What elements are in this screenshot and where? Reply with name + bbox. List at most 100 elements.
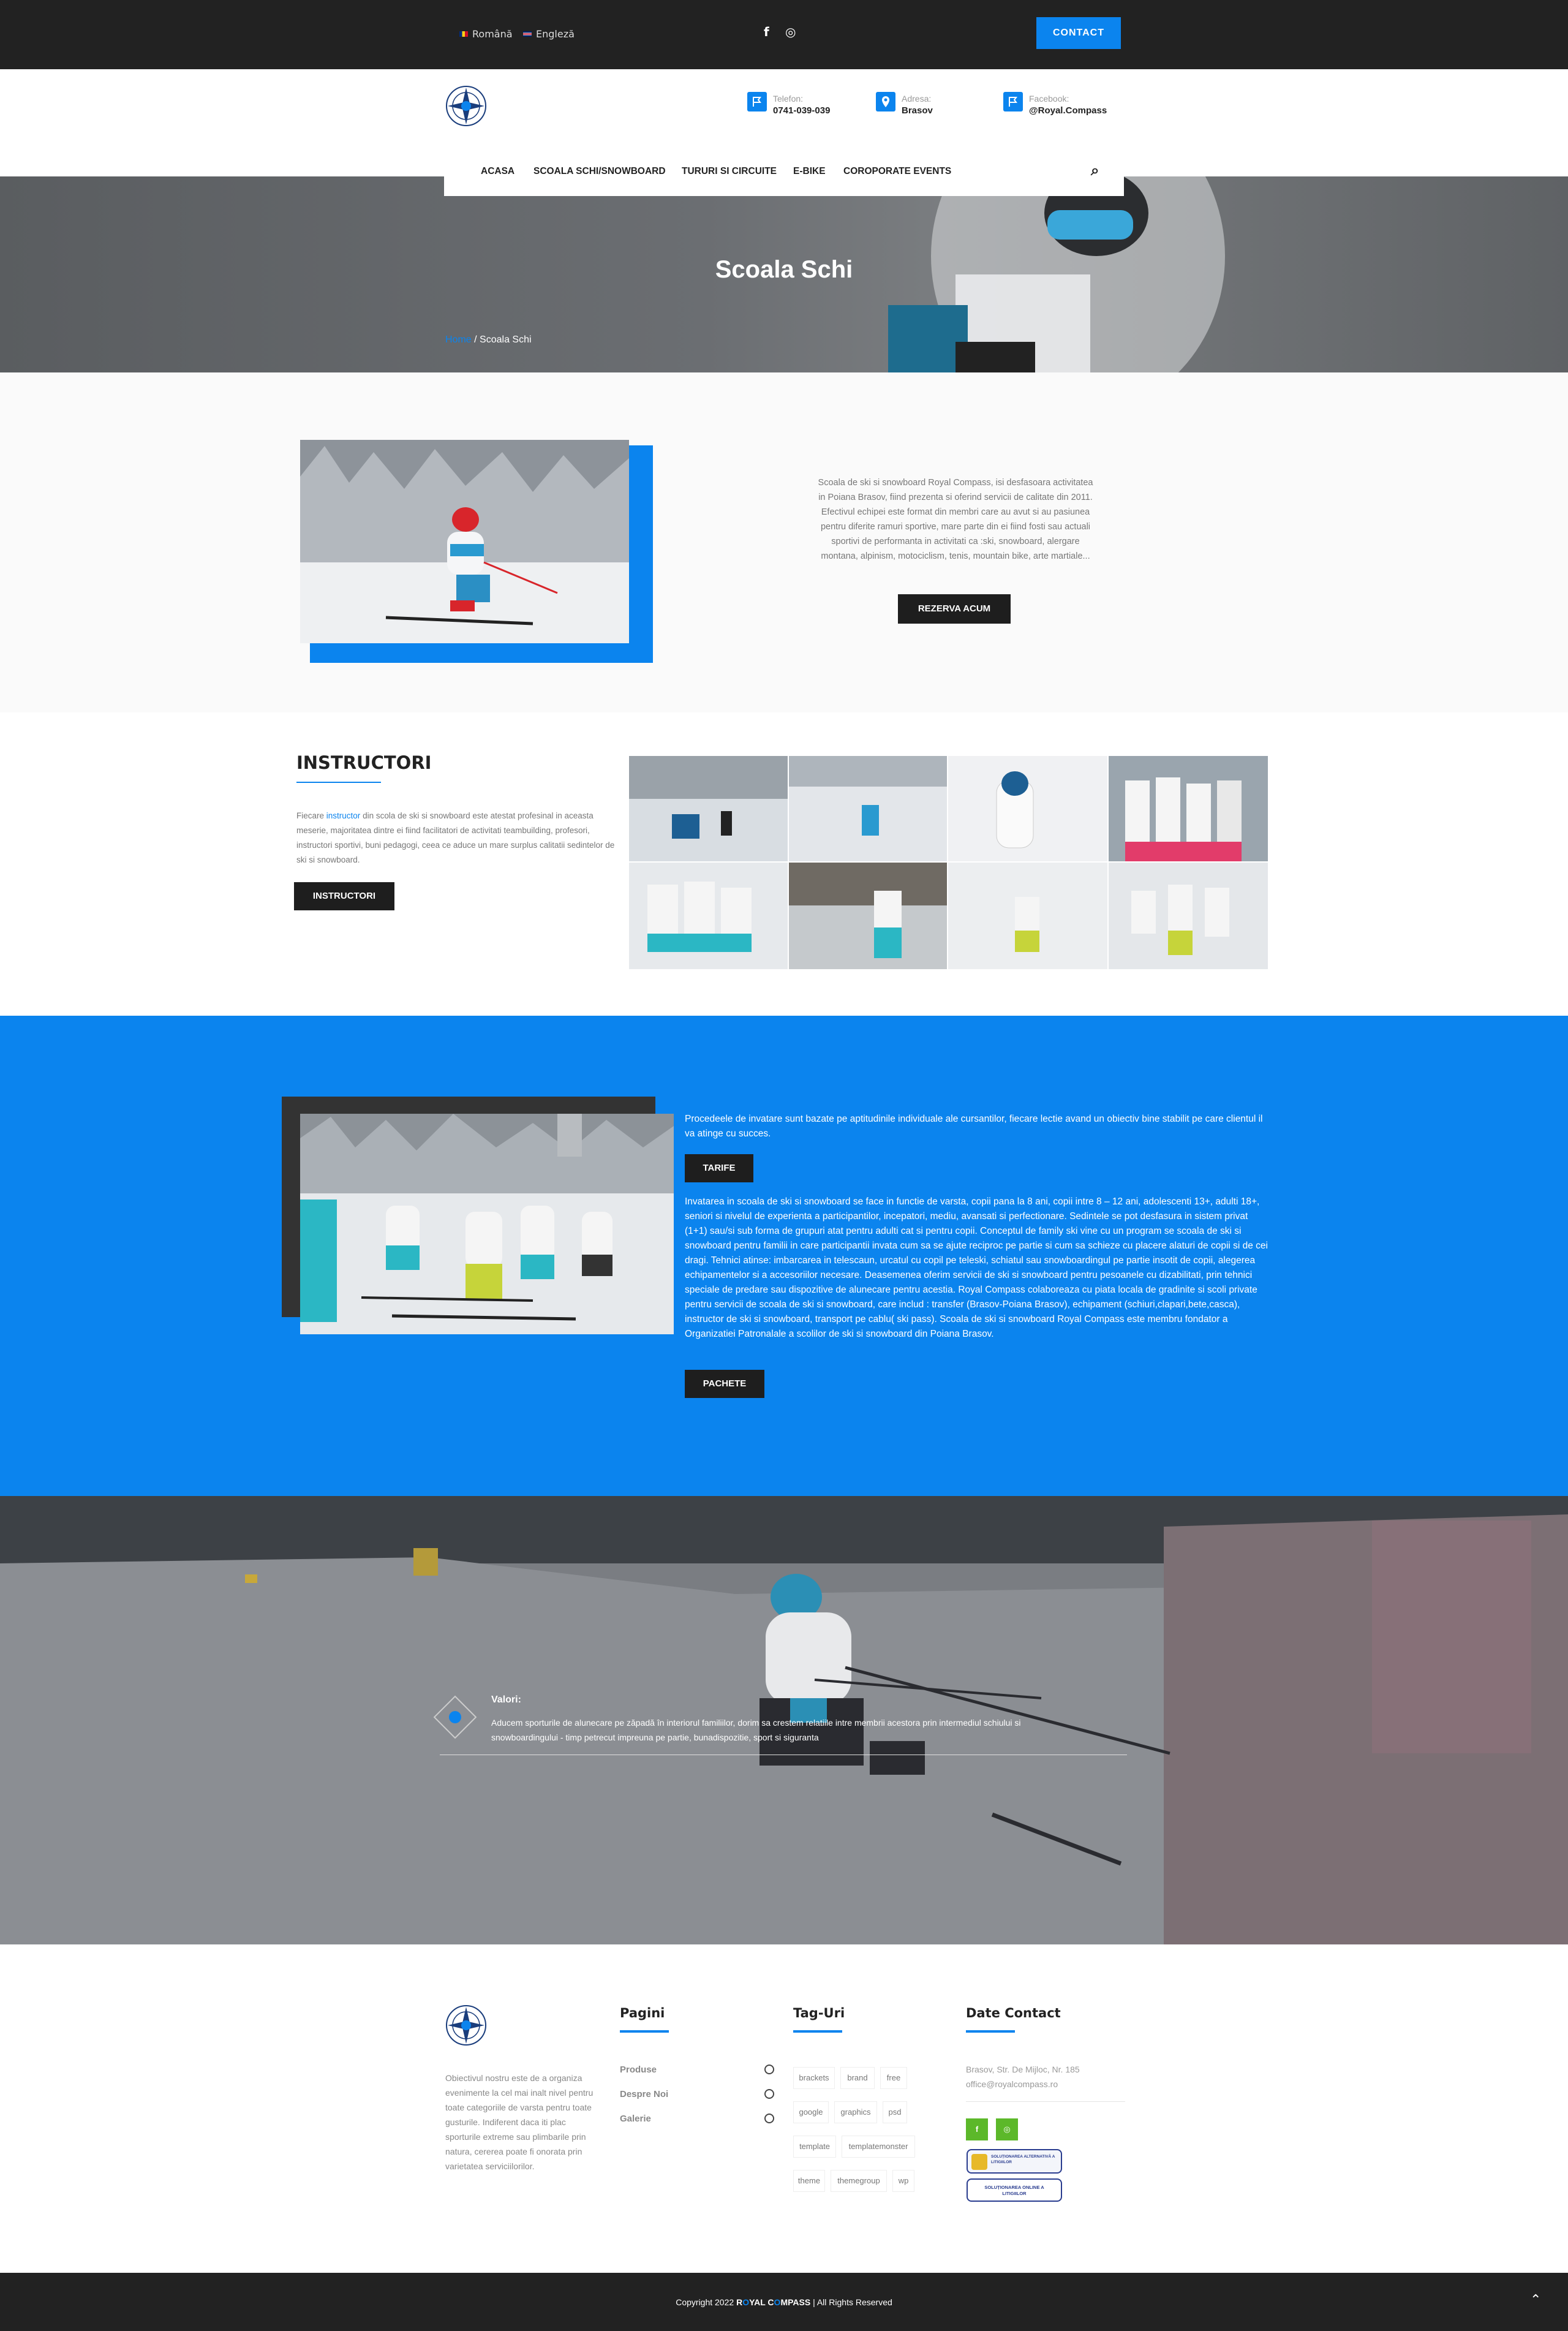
lang-romana-label: Română	[472, 28, 513, 40]
site-logo[interactable]	[445, 85, 487, 127]
lang-engleza-label: Engleză	[536, 28, 575, 40]
instagram-icon[interactable]: ◎	[996, 2118, 1018, 2140]
instructor-link[interactable]: instructor	[326, 811, 361, 820]
facebook-icon[interactable]: f	[966, 2118, 988, 2140]
methods-intro-text: Procedeele de invatare sunt bazate pe ap…	[685, 1114, 1263, 1139]
tag-link[interactable]: free	[880, 2067, 907, 2089]
copyright-prefix: Copyright 2022	[676, 2297, 737, 2307]
title-underline	[296, 782, 381, 783]
tag-link[interactable]: template	[793, 2136, 836, 2158]
instructors-text-1: Fiecare	[296, 811, 326, 820]
flag-icon	[747, 92, 767, 111]
footer-link-galerie[interactable]: Galerie	[620, 2114, 651, 2124]
arrow-circle-icon	[764, 2065, 774, 2074]
anpc-sal-label: SOLUȚIONAREA ALTERNATIVĂ A LITIGIILOR	[991, 2155, 1055, 2164]
page-title: Scoala Schi	[715, 256, 853, 283]
anpc-logo-icon	[971, 2154, 987, 2170]
phone-label: Telefon:	[773, 94, 804, 104]
lang-engleza[interactable]: Engleză	[523, 28, 575, 40]
phone-value[interactable]: 0741-039-039	[773, 105, 830, 116]
footer-tags-title: Tag-Uri	[793, 2006, 845, 2020]
facebook-icon[interactable]: f	[764, 25, 769, 39]
instructors-title: INSTRUCTORI	[296, 752, 432, 773]
footer-pages-underline	[620, 2030, 669, 2033]
values-text: Aducem sporturile de alunecare pe zăpadă…	[491, 1718, 1021, 1742]
methods-description: Invatarea in scoala de ski si snowboard …	[685, 1196, 1268, 1339]
breadcrumb-separator: /	[474, 334, 477, 345]
intro-photo-skier	[300, 440, 629, 643]
values-section: Valori: Aducem sporturile de alunecare p…	[0, 1496, 1568, 1944]
footer-link-produse[interactable]: Produse	[620, 2065, 657, 2075]
tag-link[interactable]: google	[793, 2101, 829, 2123]
footer-contact-underline	[966, 2030, 1015, 2033]
flag-icon	[1003, 92, 1023, 111]
values-title: Valori:	[491, 1694, 521, 1705]
footer-contact-title: Date Contact	[966, 2006, 1061, 2020]
tag-link[interactable]: wp	[892, 2170, 914, 2192]
breadcrumb-home[interactable]: Home	[445, 334, 472, 345]
instructori-button[interactable]: INSTRUCTORI	[294, 882, 394, 910]
nav-item-corporate-events[interactable]: COROPORATE EVENTS	[843, 166, 951, 177]
anpc-sol-label: SOLUȚIONAREA ONLINE A LITIGIILOR	[984, 2185, 1044, 2196]
brand-letters: MPASS	[780, 2297, 811, 2307]
arrow-circle-icon	[764, 2089, 774, 2099]
instructors-gallery	[629, 756, 1268, 969]
methods-photo-skiers	[300, 1114, 674, 1334]
romania-flag-icon	[459, 31, 468, 37]
facebook-value[interactable]: @Royal.Compass	[1029, 105, 1107, 116]
brand-letter-accent: O	[742, 2297, 750, 2307]
scroll-to-top-icon[interactable]: ⌃	[1530, 2292, 1541, 2308]
values-icon	[449, 1711, 461, 1723]
brand-letter: R	[736, 2297, 743, 2307]
footer-pages-title: Pagini	[620, 2006, 665, 2020]
location-pin-icon	[876, 92, 895, 111]
tag-link[interactable]: graphics	[834, 2101, 877, 2123]
breadcrumb: Home / Scoala Schi	[445, 334, 532, 346]
copyright-suffix: | All Rights Reserved	[810, 2297, 892, 2307]
brand-letters: YAL C	[749, 2297, 774, 2307]
footer-logo[interactable]	[445, 2004, 487, 2046]
nav-item-scoala-schi[interactable]: SCOALA SCHI/SNOWBOARD	[533, 166, 666, 177]
tag-link[interactable]: themegroup	[831, 2170, 887, 2192]
tarife-button[interactable]: TARIFE	[685, 1154, 753, 1182]
address-label: Adresa:	[902, 94, 932, 104]
anpc-sol-badge[interactable]: SOLUȚIONAREA ONLINE A LITIGIILOR	[967, 2178, 1062, 2202]
lang-romana[interactable]: Română	[459, 28, 513, 40]
footer-tags-underline	[793, 2030, 842, 2033]
search-icon[interactable]: ⌕	[1091, 162, 1099, 179]
intro-description: Scoala de ski si snowboard Royal Compass…	[818, 478, 1093, 561]
breadcrumb-current: Scoala Schi	[480, 334, 532, 345]
nav-item-e-bike[interactable]: E-BIKE	[793, 166, 826, 177]
footer-email[interactable]: office@royalcompass.ro	[966, 2079, 1058, 2089]
anpc-sal-badge[interactable]: SOLUȚIONAREA ALTERNATIVĂ A LITIGIILOR	[967, 2149, 1062, 2174]
compass-logo-icon	[446, 86, 486, 126]
footer-about: Obiectivul nostru este de a organiza eve…	[445, 2073, 594, 2171]
instructors-description: Fiecare instructor din scola de ski si s…	[296, 809, 621, 867]
page-hero: Scoala Schi Home / Scoala Schi	[0, 176, 1568, 372]
footer-address: Brasov, Str. De Mijloc, Nr. 185	[966, 2065, 1080, 2074]
brand-letter-accent: O	[774, 2297, 781, 2307]
rezerva-acum-button[interactable]: REZERVA ACUM	[898, 594, 1011, 624]
nav-item-tururi[interactable]: TURURI SI CIRCUITE	[682, 166, 777, 177]
facebook-label: Facebook:	[1029, 94, 1069, 104]
address-value: Brasov	[902, 105, 933, 116]
top-bar: Română Engleză f ◎ CONTACT	[0, 0, 1568, 69]
instagram-icon[interactable]: ◎	[785, 25, 796, 39]
main-navigation: ACASA SCOALA SCHI/SNOWBOARD TURURI SI CI…	[444, 147, 1124, 196]
contact-button[interactable]: CONTACT	[1036, 17, 1121, 49]
copyright-bar: Copyright 2022 ROYAL COMPASS | All Right…	[0, 2273, 1568, 2331]
pachete-button[interactable]: PACHETE	[685, 1370, 764, 1398]
nav-item-acasa[interactable]: ACASA	[481, 166, 514, 177]
footer-link-despre-noi[interactable]: Despre Noi	[620, 2089, 668, 2099]
footer-divider	[966, 2101, 1125, 2102]
tag-link[interactable]: theme	[793, 2170, 825, 2192]
copyright-text: Copyright 2022 ROYAL COMPASS | All Right…	[0, 2297, 1568, 2307]
compass-logo-icon	[446, 2005, 486, 2046]
tag-link[interactable]: templatemonster	[842, 2136, 915, 2158]
tag-link[interactable]: psd	[883, 2101, 907, 2123]
tag-link[interactable]: brackets	[793, 2067, 835, 2089]
arrow-circle-icon	[764, 2114, 774, 2123]
intro-section	[0, 372, 1568, 712]
uk-flag-icon	[523, 31, 532, 37]
tag-link[interactable]: brand	[840, 2067, 875, 2089]
